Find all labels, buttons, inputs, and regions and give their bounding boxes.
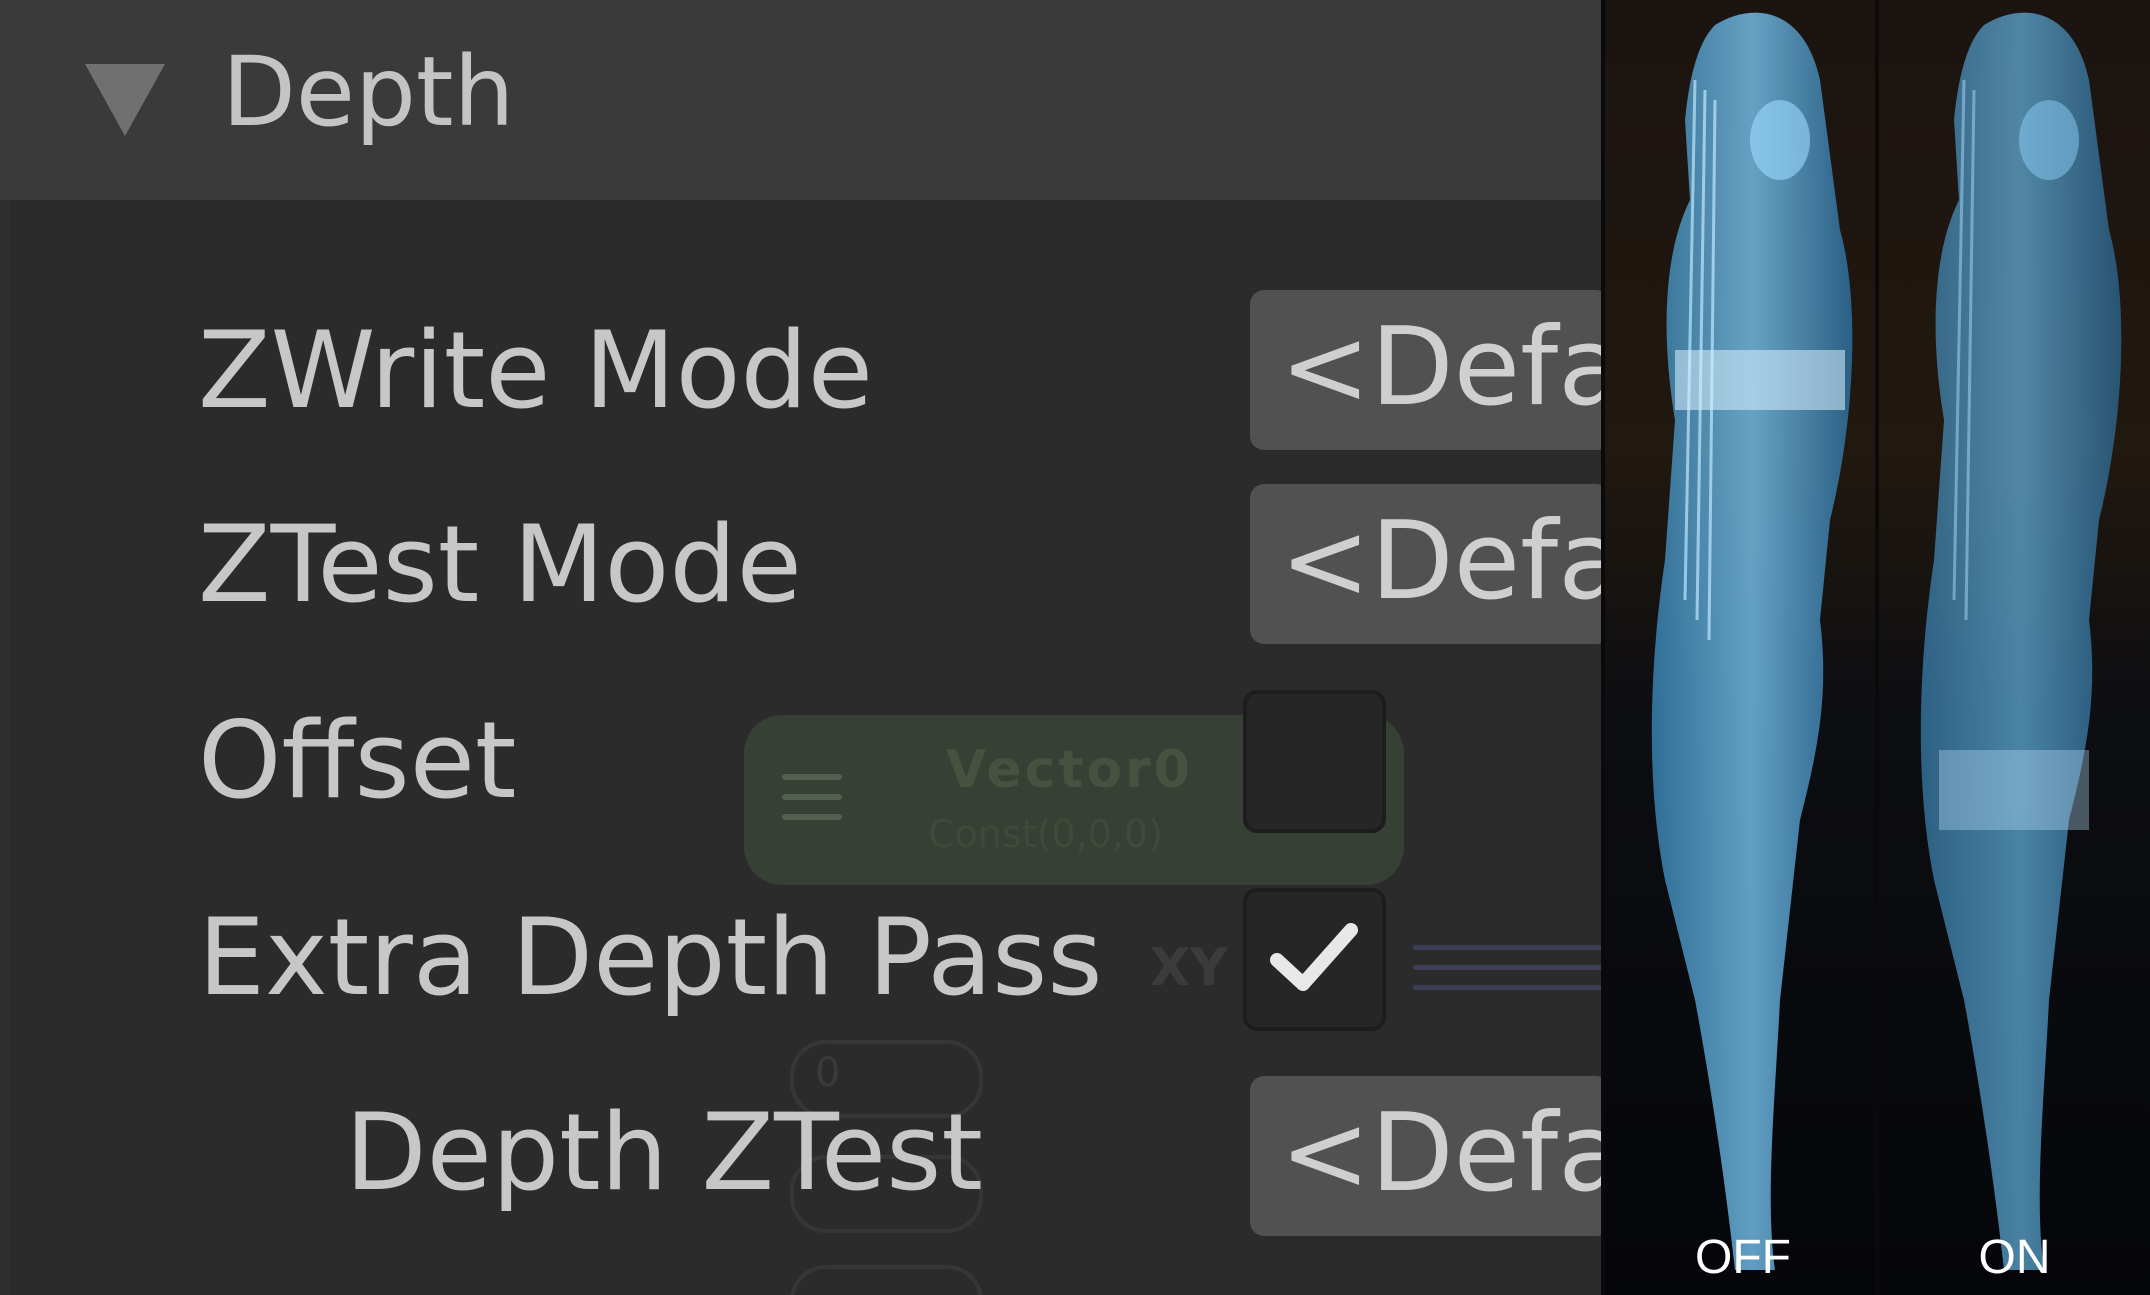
zwrite-mode-dropdown[interactable]: <Defa	[1250, 290, 1601, 450]
background-wire	[1413, 985, 1601, 990]
ztest-mode-value: <Defa	[1280, 499, 1601, 624]
ztest-mode-dropdown[interactable]: <Defa	[1250, 484, 1601, 644]
preview-off-image: OFF	[1605, 0, 1881, 1295]
inspector-panel: Depth Vector0 Const(0,0,0) XY 0 ZWrite M…	[0, 0, 1601, 1295]
background-node-title: Vector0	[946, 740, 1193, 800]
extra-depth-pass-checkbox[interactable]	[1243, 888, 1386, 1031]
background-wire	[1413, 945, 1601, 950]
background-wire	[1413, 965, 1601, 970]
background-node-port: XY	[1150, 938, 1228, 998]
depth-section-header[interactable]: Depth	[0, 0, 1601, 200]
hologram-figure-icon	[1651, 12, 1853, 1271]
background-input-value: 0	[815, 1050, 841, 1096]
preview-on-image: ON	[1879, 0, 2150, 1295]
depth-ztest-value: <Defa	[1280, 1091, 1601, 1216]
hamburger-icon	[782, 774, 842, 834]
checkmark-icon	[1270, 923, 1358, 991]
background-input-field	[790, 1265, 983, 1295]
hologram-figure-icon	[1920, 12, 2122, 1271]
foldout-triangle-icon[interactable]	[85, 64, 165, 136]
offset-checkbox[interactable]	[1243, 690, 1386, 833]
depth-ztest-label: Depth ZTest	[345, 1091, 983, 1214]
offset-label: Offset	[198, 699, 517, 822]
extra-depth-pass-label: Extra Depth Pass	[198, 896, 1103, 1019]
background-node-subtitle: Const(0,0,0)	[928, 812, 1163, 856]
ztest-mode-label: ZTest Mode	[198, 503, 802, 626]
zwrite-mode-label: ZWrite Mode	[198, 309, 873, 432]
preview-off-caption: OFF	[1695, 1231, 1791, 1284]
zwrite-mode-value: <Defa	[1280, 305, 1601, 430]
section-title: Depth	[222, 36, 515, 148]
depth-ztest-dropdown[interactable]: <Defa	[1250, 1076, 1601, 1236]
preview-on-caption: ON	[1978, 1231, 2051, 1284]
